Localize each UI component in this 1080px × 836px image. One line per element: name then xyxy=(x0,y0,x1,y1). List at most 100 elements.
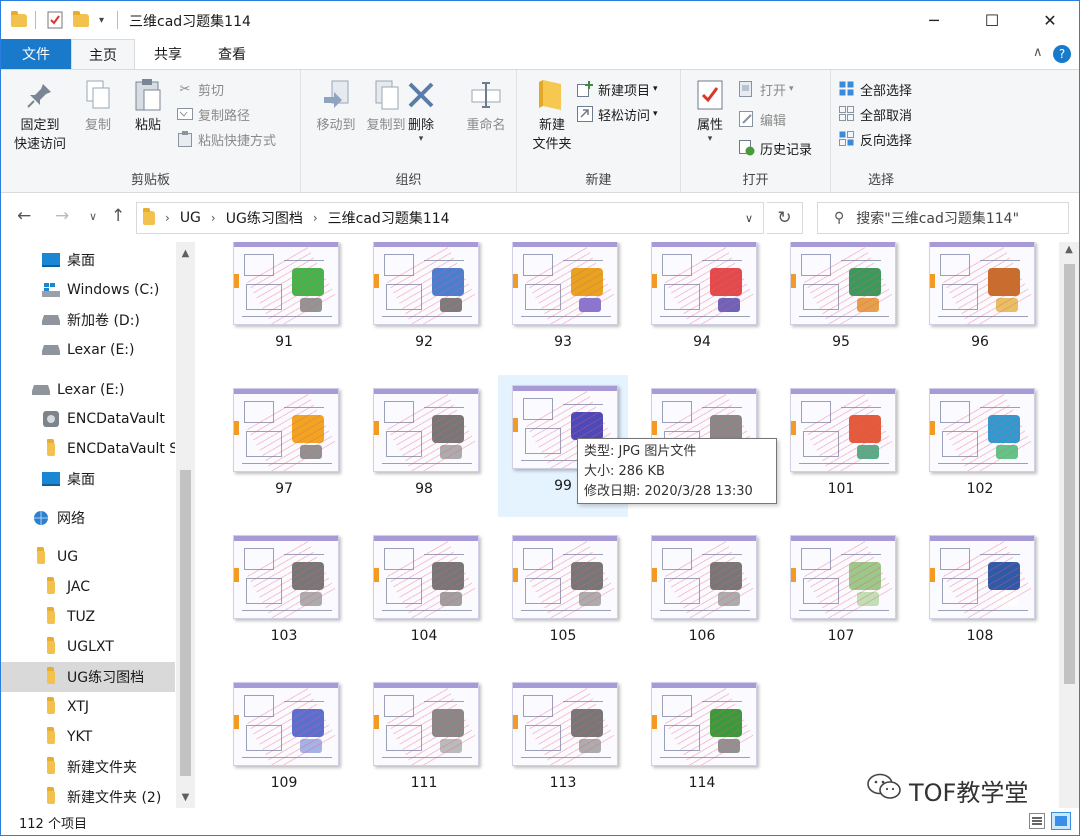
refresh-icon[interactable]: ↻ xyxy=(767,202,803,234)
file-tile[interactable]: 101 xyxy=(776,378,906,520)
file-tile[interactable]: 102 xyxy=(915,378,1045,520)
file-tile[interactable]: 109 xyxy=(219,672,349,808)
file-name: 93 xyxy=(554,334,572,350)
file-tile[interactable]: 113 xyxy=(498,672,628,808)
file-tile[interactable]: 114 xyxy=(637,672,767,808)
history-button[interactable]: 历史记录 xyxy=(739,137,812,159)
file-tile[interactable]: 98 xyxy=(359,378,489,520)
file-tile[interactable]: 107 xyxy=(776,525,906,667)
nav-item-new-folder[interactable]: 新建文件夹 xyxy=(1,752,175,782)
properties-quick-icon[interactable] xyxy=(47,10,63,30)
help-icon[interactable]: ? xyxy=(1053,45,1071,63)
file-tile[interactable]: 105 xyxy=(498,525,628,667)
nav-item-ug-practice[interactable]: UG练习图档 xyxy=(1,662,175,692)
paste-shortcut-button[interactable]: 粘贴快捷方式 xyxy=(177,128,276,150)
delete-button[interactable]: 删除 ▾ xyxy=(401,78,441,144)
edit-button[interactable]: 编辑 xyxy=(739,108,786,130)
search-input[interactable]: ⚲ 搜索"三维cad习题集114" xyxy=(817,202,1069,234)
easy-access-button[interactable]: 轻松访问 ▾ xyxy=(577,103,658,125)
file-tile[interactable]: 106 xyxy=(637,525,767,667)
collapse-ribbon-icon[interactable]: ∧ xyxy=(1033,45,1043,60)
copy-path-button[interactable]: 复制路径 xyxy=(177,103,250,125)
nav-item-jac[interactable]: JAC xyxy=(1,572,175,602)
nav-item-xtj[interactable]: XTJ xyxy=(1,692,175,722)
tab-view[interactable]: 查看 xyxy=(201,39,263,69)
crumb-separator-icon: › xyxy=(165,211,170,225)
invert-selection-button[interactable]: 反向选择 xyxy=(839,128,912,150)
file-tile[interactable]: 92 xyxy=(359,242,489,373)
nav-scrollbar[interactable]: ▲ ▼ xyxy=(176,242,195,808)
folder-icon xyxy=(11,10,27,30)
file-tile[interactable]: 96 xyxy=(915,242,1045,373)
image-thumbnail xyxy=(790,388,896,472)
tab-home[interactable]: 主页 xyxy=(71,39,135,69)
tooltip-size: 大小: 286 KB xyxy=(584,464,665,479)
file-tile[interactable]: 108 xyxy=(915,525,1045,667)
image-thumbnail xyxy=(929,388,1035,472)
nav-item-desktop-2[interactable]: 桌面 xyxy=(1,464,175,494)
nav-item-uglxt[interactable]: UGLXT xyxy=(1,632,175,662)
file-name: 107 xyxy=(827,628,855,644)
tab-file[interactable]: 文件 xyxy=(1,39,71,69)
file-name: 96 xyxy=(971,334,989,350)
open-button[interactable]: 打开 ▾ xyxy=(739,78,794,100)
tab-share[interactable]: 共享 xyxy=(137,39,199,69)
select-all-button[interactable]: 全部选择 xyxy=(839,78,912,100)
nav-item-lexar-e[interactable]: Lexar (E:) xyxy=(1,335,175,365)
history-label: 历史记录 xyxy=(760,142,813,158)
rename-label: 重命名 xyxy=(466,118,506,133)
drive-icon xyxy=(31,382,51,398)
nav-item-encdatavault-s[interactable]: ENCDataVault S xyxy=(1,434,175,464)
content-scroll-up-icon[interactable]: ▲ xyxy=(1059,244,1079,260)
nav-item-lexar-e-root[interactable]: Lexar (E:) xyxy=(1,375,175,405)
minimize-button[interactable]: ─ xyxy=(911,1,957,39)
nav-item-windows-c[interactable]: Windows (C:) xyxy=(1,275,175,305)
content-scroll-thumb[interactable] xyxy=(1064,264,1075,684)
properties-button[interactable]: 属性 ▾ xyxy=(675,78,745,144)
file-tile[interactable]: 94 xyxy=(637,242,767,373)
cut-button[interactable]: ✂ 剪切 xyxy=(177,78,224,100)
nav-item-ykt[interactable]: YKT xyxy=(1,722,175,752)
paste-shortcut-label: 粘贴快捷方式 xyxy=(198,133,277,149)
large-icons-view-icon[interactable] xyxy=(1051,812,1071,830)
paste-icon xyxy=(131,78,165,112)
file-tile[interactable]: 95 xyxy=(776,242,906,373)
customize-quick-access-icon[interactable]: ▾ xyxy=(99,10,104,30)
address-dropdown-chevron-icon[interactable]: ∨ xyxy=(745,212,753,225)
file-tile[interactable]: 97 xyxy=(219,378,349,520)
address-box[interactable]: › UG › UG练习图档 › 三维cad习题集114 ∨ xyxy=(136,202,764,234)
breadcrumb-ug-practice[interactable]: UG练习图档 xyxy=(226,208,303,228)
select-none-button[interactable]: 全部取消 xyxy=(839,103,912,125)
nav-label: 新建文件夹 xyxy=(67,760,137,776)
file-tile[interactable]: 111 xyxy=(359,672,489,808)
nav-item-ug[interactable]: UG xyxy=(1,542,175,572)
breadcrumb-ug[interactable]: UG xyxy=(180,210,201,226)
forward-arrow-icon[interactable]: → xyxy=(55,206,69,226)
nav-item-network[interactable]: 网络 xyxy=(1,503,175,533)
rename-button[interactable]: 重命名 xyxy=(451,78,521,135)
nav-scroll-thumb[interactable] xyxy=(180,470,191,776)
back-arrow-icon[interactable]: ← xyxy=(17,206,31,226)
close-button[interactable]: ✕ xyxy=(1027,1,1073,39)
nav-item-drive-d[interactable]: 新加卷 (D:) xyxy=(1,305,175,335)
nav-item-desktop[interactable]: 桌面 xyxy=(1,245,175,275)
maximize-button[interactable]: ☐ xyxy=(969,1,1015,39)
scroll-up-icon[interactable]: ▲ xyxy=(176,244,195,262)
file-tile[interactable]: 91 xyxy=(219,242,349,373)
details-view-icon[interactable] xyxy=(1029,813,1045,829)
scroll-down-icon[interactable]: ▼ xyxy=(176,788,195,806)
image-thumbnail xyxy=(233,388,339,472)
recent-locations-chevron-icon[interactable]: ∨ xyxy=(89,210,97,223)
paste-button[interactable]: 粘贴 xyxy=(113,78,183,135)
breadcrumb-current[interactable]: 三维cad习题集114 xyxy=(328,208,450,228)
nav-item-tuz[interactable]: TUZ xyxy=(1,602,175,632)
image-thumbnail xyxy=(233,242,339,325)
file-tile[interactable]: 103 xyxy=(219,525,349,667)
new-item-button[interactable]: 新建项目 ▾ xyxy=(577,78,658,100)
up-arrow-icon[interactable]: ↑ xyxy=(111,206,125,226)
new-folder-quick-icon[interactable] xyxy=(73,10,89,30)
file-tile[interactable]: 93 xyxy=(498,242,628,373)
file-tile[interactable]: 104 xyxy=(359,525,489,667)
nav-item-encdatavault[interactable]: ENCDataVault xyxy=(1,404,175,434)
content-scrollbar[interactable]: ▲ xyxy=(1059,242,1079,808)
